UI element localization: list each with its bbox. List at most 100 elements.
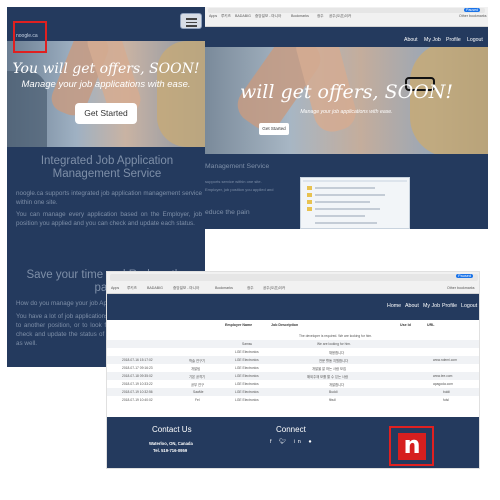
desktop-screenshot-home: Paused Apps 루키즈 BADABIG 중앙일보 - 마니아 Bookm… [205,7,488,229]
table-cell: Samsu [242,342,253,346]
table-header[interactable]: Job Description [271,323,298,327]
bookmark-item[interactable]: 루키즈 [127,286,137,291]
bookmark-item[interactable]: 광주 [247,286,254,291]
twitter-icon[interactable]: 🐦︎ [279,439,289,445]
table-cell: 채용합니다 [329,351,345,355]
bookmark-item[interactable]: Apps [111,286,119,290]
table-cell: LGE Electronics [235,382,259,386]
bookmark-item[interactable]: Other bookmarks [447,286,475,290]
table-row[interactable]: 2018-07-17 09:16:23 개발팀 LGE Electronics … [107,364,479,372]
section1-paragraph1: noogle.ca supports integrated job applic… [16,190,202,206]
table-cell: LGE Electronics [235,358,259,362]
bookmark-item[interactable]: Bookmarks [291,14,309,18]
job-table: Employer Name Job Description Use Id URL… [107,320,479,417]
site-footer: Contact Us Waterloo, ON, Canada Tel. 519… [107,417,479,468]
table-cell: LGE Electronics [235,398,259,402]
table-cell: Buddi [329,390,338,394]
bookmark-item[interactable]: 공주(오픈)이카 [329,14,351,19]
file-explorer-screenshot [300,177,410,229]
table-cell[interactable]: buldi [443,390,450,394]
table-cell[interactable]: fulsl [443,398,449,402]
table-cell: We are looking for him. [317,342,351,346]
linkedin-icon[interactable]: in [294,439,304,445]
logo-text[interactable]: noogle.ca [16,33,38,39]
address-bar[interactable] [110,274,478,281]
table-cell: LGE Electronics [235,366,259,370]
table-cell: The developer is required. We are lookin… [299,334,373,338]
noogle-logo[interactable]: n [398,433,426,460]
facebook-icon[interactable]: f [270,439,275,445]
get-started-button[interactable]: Get Started [75,103,137,124]
bookmark-item[interactable]: BADABIG [147,286,163,290]
table-row[interactable]: 2018-07-19 10:40:02 Fel LGE Electronics … [107,396,479,404]
bookmark-item[interactable]: BADABIG [235,14,251,18]
browser-chrome: Paused Apps 루키즈 BADABIG 중앙일보 - 마니아 Bookm… [107,272,479,294]
table-header[interactable]: Employer Name [225,323,252,327]
section2-title: educe the pain [205,209,250,216]
nav-profile[interactable]: Profile [446,37,461,43]
table-cell: SaaMe [193,390,204,394]
table-cell: 2018-07-19 10:33:22 [122,382,153,386]
section1-paragraph2: You can manage every application based o… [16,211,202,227]
table-row[interactable]: 2018-07-19 10:33:22 공부 연구 LGE Electronic… [107,380,479,388]
browser-profile-button[interactable]: Paused [464,8,480,12]
table-cell: 2018-07-18 09:35:02 [122,374,153,378]
bookmark-item[interactable]: Other bookmarks [459,14,487,18]
bookmark-item[interactable]: 중앙일보 - 마니아 [255,14,281,19]
table-cell: 개발합니다 [329,383,345,387]
hero-title: You will get offers, SOON! [12,61,200,77]
table-header[interactable]: Use Id [400,323,411,327]
table-cell: 기본 공격기 [189,375,206,379]
hero-banner: You will get offers, SOON! Manage your j… [7,41,205,147]
desktop-navbar: Home About My Job Profile Logout [107,294,479,320]
hero-subtitle: Manage your job applications with ease. [21,79,191,90]
table-header[interactable]: URL [427,323,434,327]
table-row[interactable]: 2018-07-19 10:32:56 SaaMe LGE Electronic… [107,388,479,396]
browser-chrome: Paused Apps 루키즈 BADABIG 중앙일보 - 마니아 Bookm… [205,7,488,27]
bookmark-item[interactable]: 중앙일보 - 마니아 [173,286,199,291]
table-cell[interactable]: apagoda.com [433,382,453,386]
table-cell[interactable]: www.lee.com [433,374,452,378]
table-cell: fibull [329,398,336,402]
bookmark-item[interactable]: 광주 [317,14,324,19]
address-bar[interactable] [208,8,485,13]
footer-contact-title: Contact Us [152,425,192,434]
hero-banner: will get offers, SOON! Manage your job a… [205,47,488,154]
table-cell: 2018-07-16 15:17:02 [122,358,153,362]
table-row[interactable]: Samsu We are looking for him. [107,340,479,348]
table-cell: 공부 연구 [191,383,205,387]
browser-profile-button[interactable]: Paused [456,274,473,278]
hero-title: will get offers, SOON! [239,81,454,103]
table-cell: LGE Electronics [235,374,259,378]
table-cell: 2018-07-19 10:32:56 [122,390,153,394]
nav-my-job[interactable]: My Job [424,37,441,43]
footer-phone: Tel. 519-716-0959 [153,448,188,453]
github-icon[interactable]: ● [308,439,314,445]
social-links: f 🐦︎ in ● [270,439,315,445]
table-row[interactable]: 2018-07-16 15:17:02 학술 연구기 LGE Electroni… [107,356,479,364]
nav-my-job[interactable]: My Job [423,303,440,309]
table-cell: LGE Electronics [235,350,259,354]
table-row[interactable]: The developer is required. We are lookin… [107,332,479,340]
bookmark-item[interactable]: 공주(오픈)이카 [263,286,285,291]
hamburger-menu-icon[interactable] [180,13,202,29]
section1-paragraph2: Employer, job position you applied and [205,187,274,192]
bookmark-item[interactable]: Apps [209,14,217,18]
bookmark-item[interactable]: Bookmarks [215,286,233,290]
nav-profile[interactable]: Profile [442,303,457,309]
section1-title: Management Service [205,163,270,170]
table-cell: 학술 연구기 [189,359,206,363]
nav-home[interactable]: Home [387,303,401,309]
nav-logout[interactable]: Logout [461,303,477,309]
table-row[interactable]: LGE Electronics 채용합니다 [107,348,479,356]
table-cell: 2018-07-17 09:16:23 [122,366,153,370]
section1-title: Integrated Job Application Management Se… [40,155,174,180]
table-row[interactable]: 2018-07-18 09:35:02 기본 공격기 LGE Electroni… [107,372,479,380]
nav-about[interactable]: About [404,37,418,43]
footer-connect-title: Connect [276,425,306,434]
table-cell[interactable]: www.ndemi.com [433,358,457,362]
nav-logout[interactable]: Logout [467,37,483,43]
get-started-button[interactable]: Get Started [259,123,289,135]
bookmark-item[interactable]: 루키즈 [221,14,231,19]
nav-about[interactable]: About [405,303,419,309]
